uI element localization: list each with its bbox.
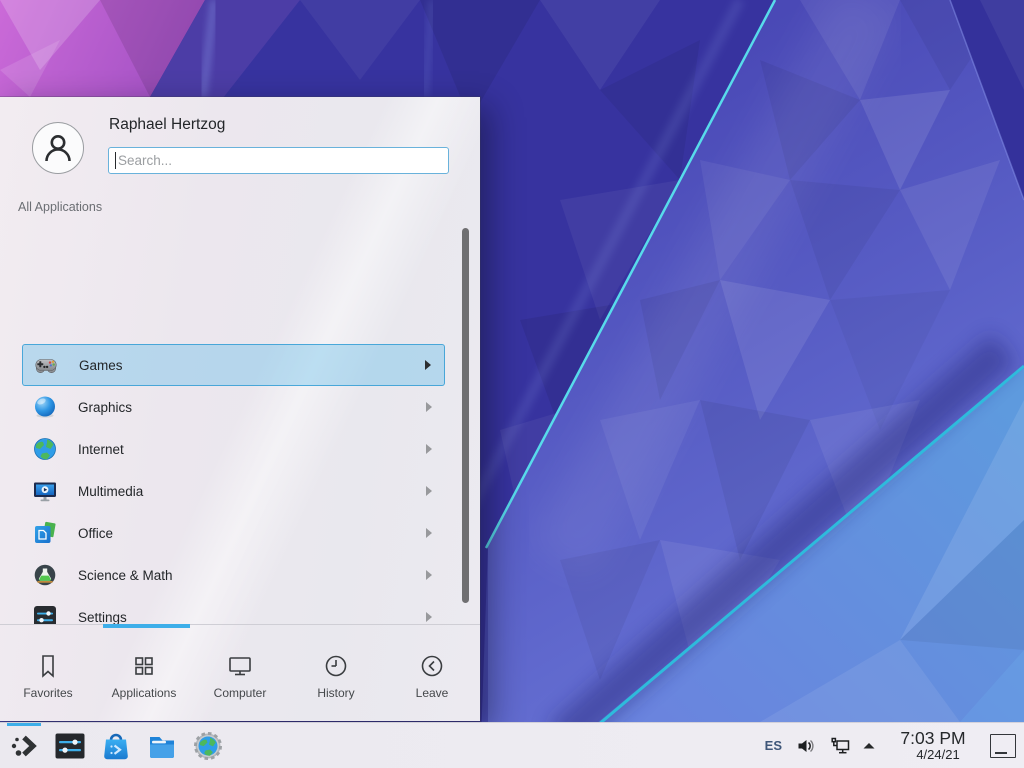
monitor-icon <box>227 653 253 679</box>
avatar[interactable] <box>32 122 84 174</box>
tab-label: History <box>317 686 354 700</box>
graphics-icon <box>32 394 58 420</box>
multimedia-icon <box>32 478 58 504</box>
app-category-label: Multimedia <box>78 484 143 499</box>
app-category-label: Graphics <box>78 400 132 415</box>
tab-computer[interactable]: Computer <box>192 628 288 721</box>
keyboard-layout-indicator[interactable]: ES <box>765 738 782 753</box>
section-label: All Applications <box>18 200 102 214</box>
app-category-graphics[interactable]: Graphics <box>22 386 445 428</box>
app-category-settings[interactable]: Settings <box>22 596 445 624</box>
applications-list: Games Graphics <box>0 219 480 624</box>
file-manager-button[interactable] <box>145 723 179 768</box>
web-browser-button[interactable] <box>191 723 225 768</box>
app-category-office[interactable]: Office <box>22 512 445 554</box>
internet-icon <box>32 436 58 462</box>
file-manager-icon <box>146 730 178 762</box>
network-icon[interactable] <box>830 737 851 755</box>
show-desktop-button[interactable] <box>990 734 1016 758</box>
science-icon <box>32 562 58 588</box>
office-icon <box>32 520 58 546</box>
taskbar-launchers <box>0 723 225 768</box>
digital-clock[interactable]: 7:03 PM 4/24/21 <box>890 729 976 761</box>
taskbar: ES <box>0 722 1024 768</box>
chevron-right-icon <box>426 528 432 538</box>
system-settings-icon <box>54 730 86 762</box>
user-name: Raphael Hertzog <box>109 116 225 134</box>
tab-history[interactable]: History <box>288 628 384 721</box>
clock-time: 7:03 PM <box>890 729 976 747</box>
app-category-label: Games <box>79 358 123 373</box>
desktop: Raphael Hertzog All Applications <box>0 0 1024 768</box>
chevron-right-icon <box>426 612 432 622</box>
settings-icon <box>32 604 58 624</box>
grid-icon <box>131 653 157 679</box>
bookmark-icon <box>35 653 61 679</box>
app-category-multimedia[interactable]: Multimedia <box>22 470 445 512</box>
kickoff-launcher-icon <box>8 730 40 762</box>
chevron-right-icon <box>426 444 432 454</box>
tab-label: Leave <box>416 686 449 700</box>
system-tray: ES <box>765 723 1024 768</box>
discover-icon <box>100 730 132 762</box>
scrollbar[interactable] <box>462 228 469 603</box>
tabbar-separator <box>0 624 480 625</box>
kickoff-menu: Raphael Hertzog All Applications <box>0 97 480 721</box>
clock-date: 4/24/21 <box>900 748 976 762</box>
system-settings-button[interactable] <box>53 723 87 768</box>
expand-tray-icon[interactable] <box>862 740 876 752</box>
chevron-right-icon <box>425 360 431 370</box>
kickoff-launcher-button[interactable] <box>7 723 41 768</box>
app-category-science-math[interactable]: Science & Math <box>22 554 445 596</box>
tab-favorites[interactable]: Favorites <box>0 628 96 721</box>
text-caret <box>115 152 116 169</box>
clock-icon <box>323 653 349 679</box>
tab-label: Applications <box>112 686 177 700</box>
chevron-right-icon <box>426 402 432 412</box>
app-category-label: Science & Math <box>78 568 173 583</box>
search-field <box>108 147 449 174</box>
chevron-right-icon <box>426 486 432 496</box>
tab-leave[interactable]: Leave <box>384 628 480 721</box>
app-category-games[interactable]: Games <box>22 344 445 386</box>
app-category-label: Office <box>78 526 113 541</box>
user-icon <box>38 128 78 168</box>
search-input[interactable] <box>108 147 449 174</box>
volume-icon[interactable] <box>797 737 816 755</box>
web-browser-icon <box>192 730 224 762</box>
app-category-internet[interactable]: Internet <box>22 428 445 470</box>
active-launcher-indicator <box>7 723 41 726</box>
app-category-label: Settings <box>78 610 127 625</box>
chevron-right-icon <box>426 570 432 580</box>
app-category-label: Internet <box>78 442 124 457</box>
tab-applications[interactable]: Applications <box>96 628 192 721</box>
tab-label: Favorites <box>23 686 72 700</box>
games-icon <box>33 352 59 378</box>
discover-button[interactable] <box>99 723 133 768</box>
tab-label: Computer <box>214 686 267 700</box>
tabbar: Favorites Applications Computer <box>0 628 480 721</box>
leave-icon <box>419 653 445 679</box>
